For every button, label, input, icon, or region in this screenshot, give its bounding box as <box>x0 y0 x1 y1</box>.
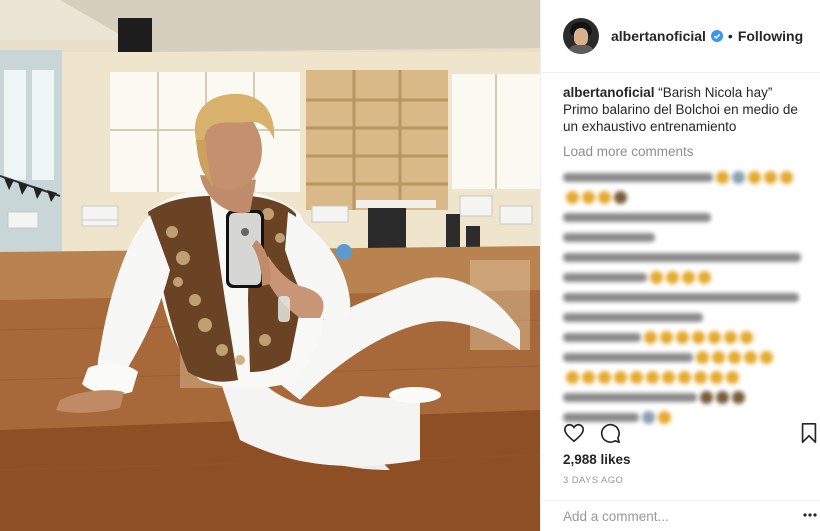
header-username[interactable]: albertanoficial <box>611 28 706 44</box>
post-timestamp[interactable]: 3 DAYS AGO <box>563 475 623 486</box>
add-comment-input[interactable] <box>563 509 763 524</box>
header-separator: • <box>727 28 733 44</box>
comment-row <box>563 347 803 367</box>
comment-row <box>563 167 803 187</box>
caption-username[interactable]: albertanoficial <box>563 85 655 100</box>
comment-row <box>563 307 803 327</box>
comment-row <box>563 207 803 227</box>
comment-bubble-icon[interactable] <box>599 422 621 444</box>
add-comment-bar <box>541 500 820 531</box>
heart-icon[interactable] <box>563 422 585 444</box>
ellipsis-icon[interactable] <box>803 512 817 518</box>
blurred-comments-list <box>563 167 803 427</box>
comments-section: albertanoficial “Barish Nicola hay” Prim… <box>563 84 803 427</box>
comment-row <box>563 327 803 347</box>
post-actions <box>563 422 819 446</box>
verified-badge-icon <box>710 30 723 42</box>
comment-row <box>563 367 803 387</box>
likes-count[interactable]: 2,988 likes <box>563 452 631 467</box>
post-header: albertanoficial • Following <box>541 0 820 73</box>
comment-row <box>563 387 803 407</box>
photo-illustration <box>0 0 540 531</box>
comment-row <box>563 287 803 307</box>
load-more-comments-link[interactable]: Load more comments <box>563 144 803 159</box>
comment-row <box>563 227 803 247</box>
post-caption: albertanoficial “Barish Nicola hay” Prim… <box>563 84 803 135</box>
comment-row <box>563 267 803 287</box>
avatar[interactable] <box>563 18 599 54</box>
bookmark-icon[interactable] <box>799 422 819 444</box>
following-button[interactable]: Following <box>738 28 803 44</box>
post-photo[interactable] <box>0 0 540 531</box>
comment-row <box>563 187 803 207</box>
comment-row <box>563 247 803 267</box>
post-side-panel: albertanoficial • Following albertanofic… <box>540 0 820 531</box>
